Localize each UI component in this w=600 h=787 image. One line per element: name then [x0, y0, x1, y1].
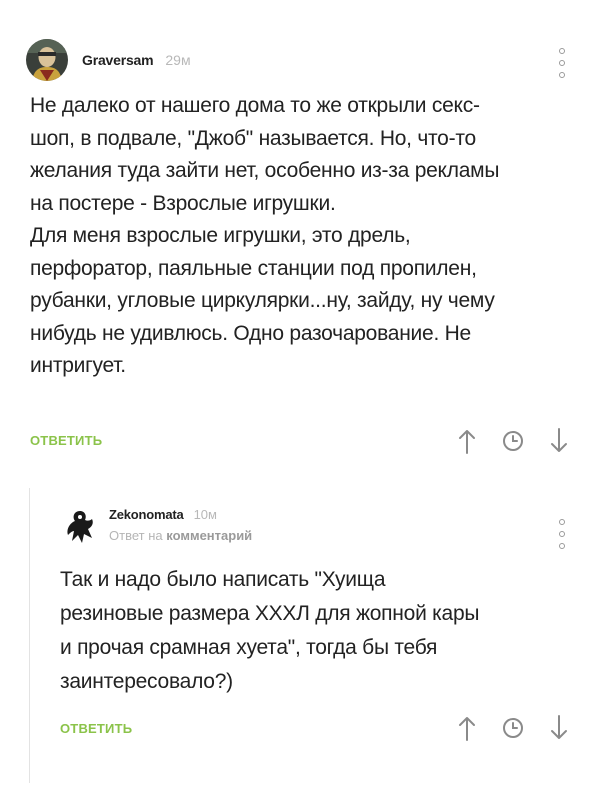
clock-icon[interactable] [500, 713, 526, 743]
arrow-up-icon[interactable] [454, 713, 480, 743]
clock-icon[interactable] [500, 426, 526, 456]
reply-to-info: Ответ на комментарий [109, 528, 252, 543]
comment-line: интригует. [30, 354, 126, 377]
reply-author-row: Zekonomata 10м [109, 507, 252, 522]
comment-actions [454, 426, 572, 456]
avatar[interactable] [60, 505, 100, 545]
comment-body: Не далеко от нашего дома то же открыли с… [30, 90, 560, 383]
more-vertical-icon[interactable] [556, 48, 568, 78]
reply-meta: Zekonomata 10м Ответ на комментарий [109, 507, 252, 543]
reply-button[interactable]: ОТВЕТИТЬ [60, 721, 132, 736]
comment-line: рубанки, угловые циркулярки...ну, зайду,… [30, 289, 495, 312]
reply-time: 10м [193, 507, 217, 522]
reply-line: резиновые размера XXXЛ для жопной кары [60, 602, 480, 625]
reply-actions [454, 713, 572, 743]
arrow-down-icon[interactable] [546, 426, 572, 456]
comment-header: Graversam 29м [26, 38, 191, 82]
reply-line: и прочая срамная хуета", тогда бы тебя [60, 636, 438, 659]
more-vertical-icon[interactable] [556, 519, 568, 549]
reply-author[interactable]: Zekonomata [109, 507, 184, 522]
comment-line: Для меня взрослые игрушки, это дрель, [30, 224, 411, 247]
user-avatar-image [26, 39, 68, 81]
reply-header: Zekonomata 10м Ответ на комментарий [60, 503, 252, 547]
reply-button[interactable]: ОТВЕТИТЬ [30, 433, 102, 448]
reply-line: Так и надо было написать "Хуища [60, 568, 386, 591]
comment-author[interactable]: Graversam [82, 52, 154, 68]
comment-time: 29м [165, 52, 191, 68]
user-avatar-image [60, 505, 100, 545]
arrow-down-icon[interactable] [546, 713, 572, 743]
thread-line [29, 488, 30, 783]
comment-line: шоп, в подвале, "Джоб" называется. Но, ч… [30, 126, 476, 150]
reply-to-prefix: Ответ на [109, 528, 163, 543]
arrow-up-icon[interactable] [454, 426, 480, 456]
avatar[interactable] [26, 39, 68, 81]
reply-body: Так и надо было написать "Хуища резиновы… [60, 563, 560, 699]
comment-line: желания туда зайти нет, особенно из-за р… [30, 159, 500, 182]
comment-line: нибудь не удивлюсь. Одно разочарование. … [30, 321, 471, 345]
comment-line: Не далеко от нашего дома то же открыли с… [30, 94, 480, 117]
reply-to-link[interactable]: комментарий [166, 528, 252, 543]
comment-line: на постере - Взрослые игрушки. [30, 191, 336, 215]
reply-line: заинтересовало?) [60, 670, 233, 693]
comment-line: перфоратор, паяльные станции под пропиле… [30, 256, 477, 280]
